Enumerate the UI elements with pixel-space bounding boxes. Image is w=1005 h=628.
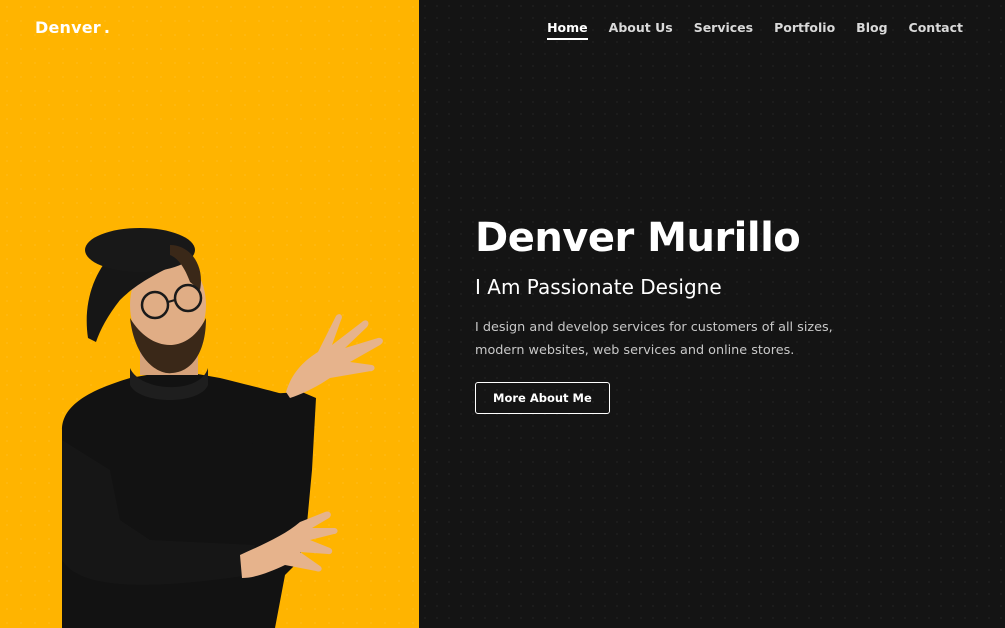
nav-services[interactable]: Services bbox=[694, 20, 753, 40]
site-logo[interactable]: Denver. bbox=[35, 18, 110, 37]
hero-name: Denver Murillo bbox=[475, 215, 801, 261]
more-about-me-button[interactable]: More About Me bbox=[475, 382, 610, 414]
hero-image-panel bbox=[0, 0, 419, 628]
nav-home[interactable]: Home bbox=[547, 20, 588, 40]
nav-portfolio[interactable]: Portfolio bbox=[774, 20, 835, 40]
nav-about-us[interactable]: About Us bbox=[609, 20, 673, 40]
logo-text: Denver bbox=[35, 18, 101, 37]
main-nav: Home About Us Services Portfolio Blog Co… bbox=[547, 20, 963, 40]
hero-description: I design and develop services for custom… bbox=[475, 320, 833, 358]
nav-contact[interactable]: Contact bbox=[909, 20, 963, 40]
nav-blog[interactable]: Blog bbox=[856, 20, 887, 40]
logo-dot: . bbox=[103, 18, 111, 37]
hero-tagline: I Am Passionate Designe bbox=[475, 275, 722, 299]
portrait-illustration bbox=[62, 228, 383, 628]
hero-section: Denver Murillo I Am Passionate Designe I… bbox=[475, 210, 915, 414]
